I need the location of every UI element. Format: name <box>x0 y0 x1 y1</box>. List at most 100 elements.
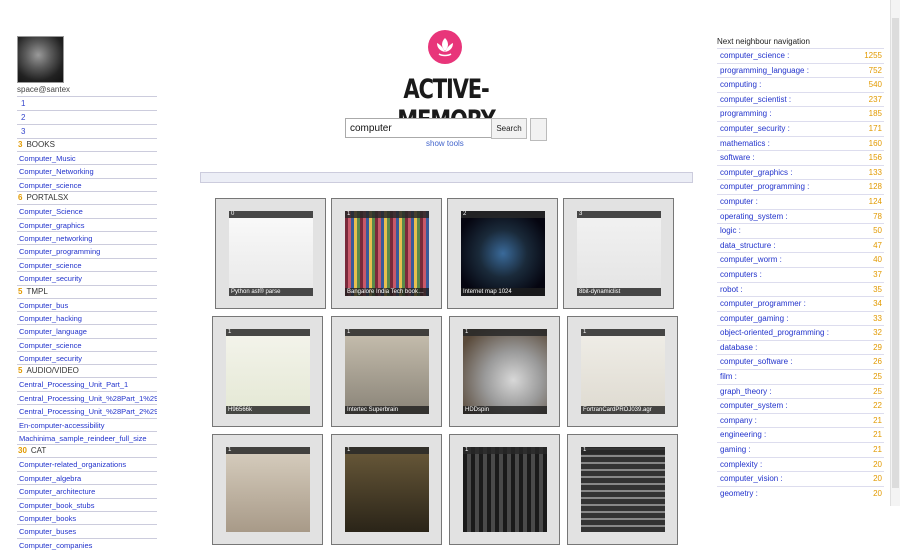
neighbour-label[interactable]: film : <box>720 372 737 381</box>
neighbour-item[interactable]: programming : 185 <box>717 106 884 121</box>
group-link[interactable]: Computer_books <box>17 510 157 524</box>
neighbour-item[interactable]: computer_graphics : 133 <box>717 164 884 180</box>
image-caption[interactable]: FortranCardPROJ039.agr <box>581 406 665 414</box>
neighbour-item[interactable]: data_structure : 47 <box>717 237 884 253</box>
group-link[interactable]: Computer_hacking <box>17 310 157 324</box>
neighbour-label[interactable]: computer_science : <box>720 51 789 60</box>
group-link[interactable]: Computer_science <box>17 177 157 191</box>
neighbour-item[interactable]: computer_security : 171 <box>717 120 884 136</box>
neighbour-label[interactable]: complexity : <box>720 460 762 469</box>
group-link[interactable]: Computer_networking <box>17 230 157 244</box>
neighbour-label[interactable]: graph_theory : <box>720 387 772 396</box>
image-thumbnail[interactable]: 2 Internet map 1024 <box>461 211 545 296</box>
neighbour-item[interactable]: programming_language : 752 <box>717 62 884 78</box>
neighbour-item[interactable]: computer : 124 <box>717 193 884 209</box>
image-thumbnail[interactable]: 0 Python ast® parse <box>229 211 313 296</box>
group-link[interactable]: Computer_programming <box>17 244 157 257</box>
image-tile[interactable]: 2 Internet map 1024 <box>447 198 558 309</box>
neighbour-item[interactable]: operating_system : 78 <box>717 208 884 224</box>
neighbour-label[interactable]: robot : <box>720 285 743 294</box>
image-thumbnail[interactable]: 1 Intertec Superbrain <box>345 329 429 414</box>
group-link[interactable]: Computer_security <box>17 351 157 364</box>
image-caption[interactable]: Python ast® parse <box>229 288 313 296</box>
neighbour-item[interactable]: film : 25 <box>717 369 884 384</box>
neighbour-item[interactable]: graph_theory : 25 <box>717 383 884 399</box>
neighbour-label[interactable]: computer_vision : <box>720 474 783 483</box>
neighbour-item[interactable]: database : 29 <box>717 339 884 355</box>
neighbour-label[interactable]: computer_programmer : <box>720 299 806 308</box>
neighbour-label[interactable]: computer_gaming : <box>720 314 788 323</box>
neighbour-label[interactable]: geometry : <box>720 489 758 498</box>
group-link[interactable]: Computer_science <box>17 257 157 271</box>
neighbour-item[interactable]: robot : 35 <box>717 281 884 297</box>
image-caption[interactable]: 8bit-dynamiclist <box>577 288 661 296</box>
avatar[interactable] <box>17 36 64 83</box>
group-link[interactable]: Central_Processing_Unit_%28Part_1%29 <box>17 390 157 404</box>
neighbour-label[interactable]: operating_system : <box>720 212 788 221</box>
neighbour-label[interactable]: software : <box>720 153 755 162</box>
neighbour-item[interactable]: computer_gaming : 33 <box>717 310 884 326</box>
neighbour-label[interactable]: company : <box>720 416 757 425</box>
neighbour-item[interactable]: object-oriented_programming : 32 <box>717 325 884 340</box>
neighbour-item[interactable]: computers : 37 <box>717 266 884 282</box>
image-caption[interactable]: Bangalore India Tech book… <box>345 288 429 296</box>
neighbour-item[interactable]: computer_system : 22 <box>717 398 884 413</box>
neighbour-item[interactable]: geometry : 20 <box>717 485 884 501</box>
neighbour-label[interactable]: programming : <box>720 109 772 118</box>
group-link[interactable]: Computer_algebra <box>17 470 157 484</box>
neighbour-item[interactable]: computer_worm : 40 <box>717 252 884 267</box>
image-thumbnail[interactable]: 1 HDDspin <box>463 329 547 414</box>
neighbour-label[interactable]: database : <box>720 343 757 352</box>
neighbour-label[interactable]: mathematics : <box>720 139 770 148</box>
page-link[interactable]: 1 <box>17 96 157 110</box>
group-link[interactable]: Computer_science <box>17 337 157 351</box>
group-link[interactable]: Computer_Networking <box>17 164 157 177</box>
neighbour-item[interactable]: engineering : 21 <box>717 427 884 442</box>
group-link[interactable]: Computer_Science <box>17 204 157 217</box>
neighbour-label[interactable]: computing : <box>720 80 761 89</box>
neighbour-item[interactable]: computer_science : 1255 <box>717 48 884 63</box>
neighbour-item[interactable]: gaming : 21 <box>717 442 884 457</box>
image-tile[interactable]: 1 HDDspin <box>449 316 560 427</box>
search-input[interactable] <box>345 118 495 138</box>
group-link[interactable]: Computer_book_stubs <box>17 497 157 511</box>
image-thumbnail[interactable]: 1 <box>345 447 429 532</box>
group-link[interactable]: Computer-related_organizations <box>17 457 157 470</box>
group-link[interactable]: En-computer-accessibility <box>17 417 157 431</box>
group-link[interactable]: Computer_language <box>17 324 157 337</box>
neighbour-item[interactable]: computer_programmer : 34 <box>717 296 884 311</box>
neighbour-item[interactable]: logic : 50 <box>717 223 884 238</box>
image-thumbnail[interactable]: 3 8bit-dynamiclist <box>577 211 661 296</box>
scrollbar-thumb[interactable] <box>892 18 899 488</box>
group-link[interactable]: Computer_companies <box>17 537 157 551</box>
neighbour-label[interactable]: computer_system : <box>720 401 788 410</box>
neighbour-label[interactable]: computer_worm : <box>720 255 782 264</box>
image-thumbnail[interactable]: 1 <box>226 447 310 532</box>
neighbour-label[interactable]: computer : <box>720 197 758 206</box>
neighbour-label[interactable]: computer_software : <box>720 357 792 366</box>
search-button[interactable]: Search <box>491 118 527 139</box>
image-caption[interactable]: Intertec Superbrain <box>345 406 429 414</box>
group-link[interactable]: Computer_architecture <box>17 484 157 497</box>
neighbour-label[interactable]: gaming : <box>720 445 751 454</box>
neighbour-label[interactable]: engineering : <box>720 430 766 439</box>
scrollbar[interactable] <box>890 0 900 506</box>
group-link[interactable]: Computer_security <box>17 271 157 284</box>
image-caption[interactable]: Internet map 1024 <box>461 288 545 296</box>
neighbour-label[interactable]: computer_graphics : <box>720 168 792 177</box>
neighbour-item[interactable]: company : 21 <box>717 412 884 428</box>
neighbour-label[interactable]: logic : <box>720 226 741 235</box>
image-tile[interactable]: 1 <box>449 434 560 545</box>
image-tile[interactable]: 0 Python ast® parse <box>215 198 326 309</box>
image-tile[interactable]: 1 <box>567 434 678 545</box>
image-thumbnail[interactable]: 1 <box>463 447 547 532</box>
neighbour-item[interactable]: software : 156 <box>717 150 884 165</box>
image-tile[interactable]: 1 H96566k <box>212 316 323 427</box>
neighbour-label[interactable]: computer_security : <box>720 124 790 133</box>
image-tile[interactable]: 1 FortranCardPROJ039.agr <box>567 316 678 427</box>
image-tile[interactable]: 1 <box>331 434 442 545</box>
group-link[interactable]: Central_Processing_Unit_%28Part_2%29 <box>17 404 157 417</box>
show-tools-link[interactable]: show tools <box>426 139 464 148</box>
neighbour-label[interactable]: computer_scientist : <box>720 95 791 104</box>
image-tile[interactable]: 3 8bit-dynamiclist <box>563 198 674 309</box>
